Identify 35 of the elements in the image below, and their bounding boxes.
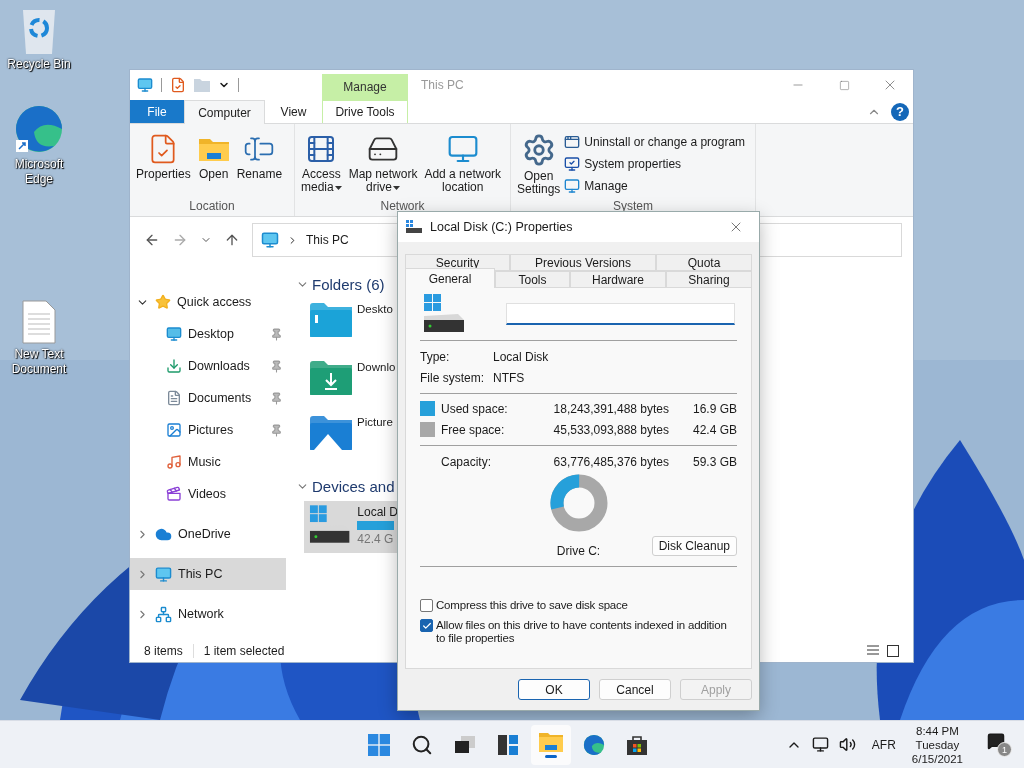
- ribbon-group-label: Location: [188, 200, 236, 215]
- desktop-icon-label: New Text Document: [10, 347, 68, 377]
- drive-free-space: 42.4 G: [357, 532, 395, 546]
- desktop-icon-label: Microsoft Edge: [13, 157, 65, 187]
- property-value: NTFS: [493, 371, 526, 385]
- property-label: File system:: [420, 371, 485, 385]
- dialog-title: Local Disk (C:) Properties: [430, 220, 574, 234]
- space-size: 16.9 GB: [691, 401, 737, 416]
- item-count: 8 items: [144, 644, 183, 658]
- space-label: Used space:: [441, 401, 509, 416]
- drive-label: Drive C:: [556, 544, 601, 558]
- desktop-icon-label: Recycle Bin: [6, 57, 72, 72]
- space-size: 42.4 GB: [691, 422, 737, 437]
- section-heading: Devices and: [312, 477, 395, 495]
- drive-name: Local D: [357, 505, 398, 519]
- clock-date: 6/15/2021: [911, 751, 963, 766]
- capacity-size: 59.3 GB: [691, 455, 737, 469]
- notification-count: 1: [997, 742, 1012, 757]
- tab-group-header: Manage: [322, 74, 408, 100]
- clock-time: 8:44 PM: [916, 723, 959, 738]
- checkbox-label: Allow files on this drive to have contents indexed in addition to file properties: [436, 619, 728, 645]
- space-label: Free space:: [441, 422, 506, 437]
- ribbon-group-label: System: [612, 200, 654, 215]
- space-bytes: 18,243,391,488 bytes: [553, 401, 669, 416]
- section-heading: Folders (6): [312, 275, 385, 293]
- checkbox-label: Compress this drive to save disk space: [436, 599, 628, 612]
- property-value: Local Disk: [493, 350, 550, 364]
- capacity-label: Capacity:: [441, 455, 493, 469]
- clock-day: Tuesday: [915, 737, 960, 752]
- space-bytes: 45,533,093,888 bytes: [553, 422, 669, 437]
- window-title: This PC: [420, 77, 465, 94]
- selection-count: 1 item selected: [203, 644, 285, 658]
- ribbon-group-label: Network: [379, 200, 426, 215]
- capacity-bytes: 63,776,485,376 bytes: [553, 455, 669, 469]
- property-label: Type:: [420, 350, 451, 364]
